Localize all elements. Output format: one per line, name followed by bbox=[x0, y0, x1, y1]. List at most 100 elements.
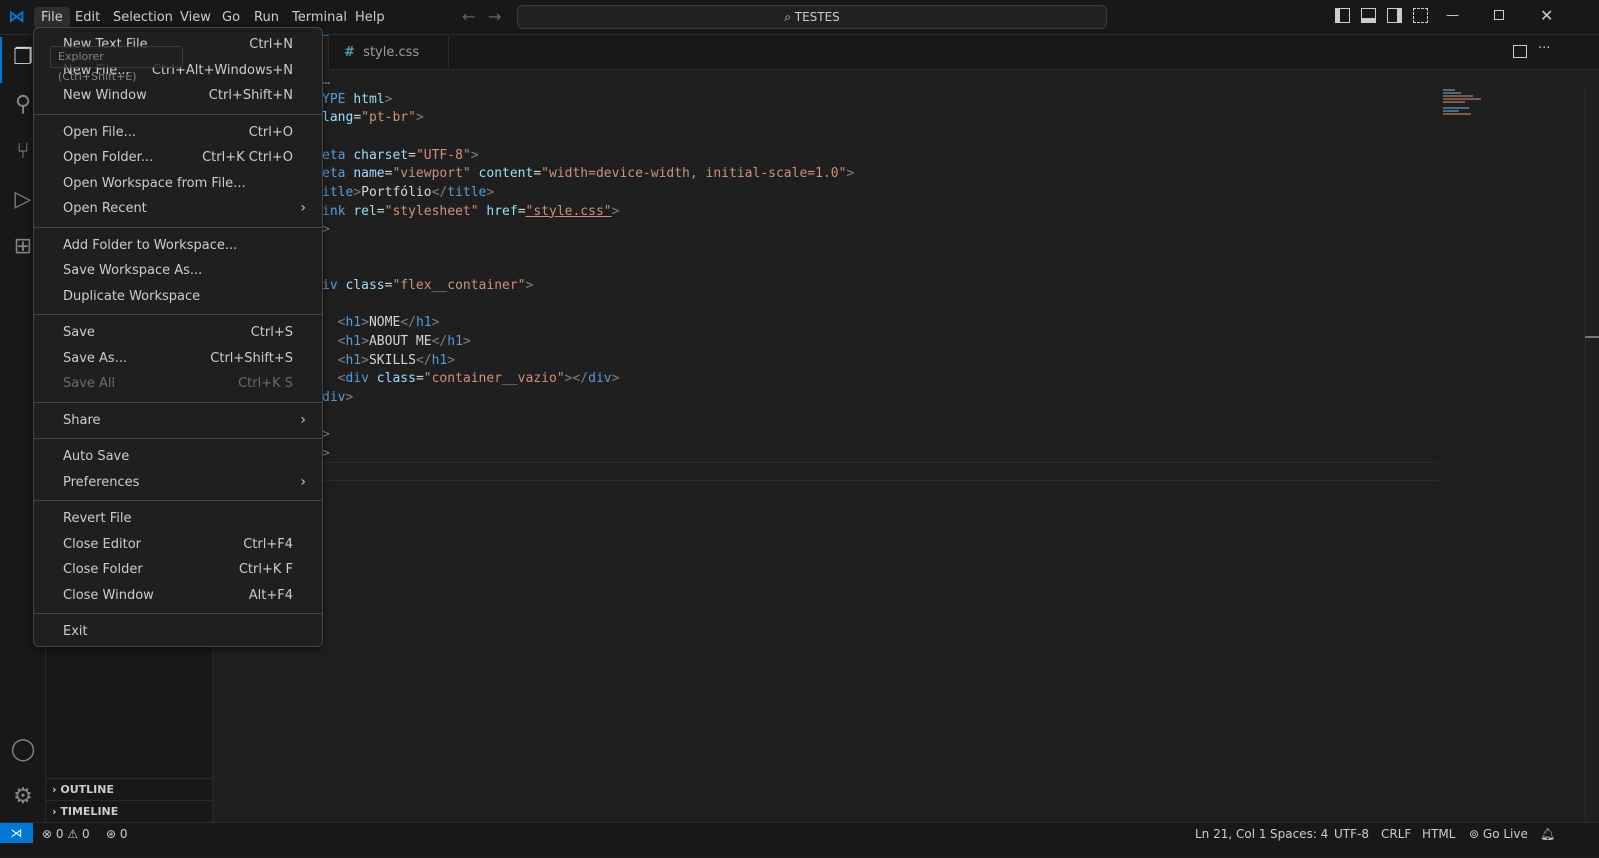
menu-item-revert-file[interactable]: Revert File bbox=[34, 506, 322, 532]
menu-item-label: New Window bbox=[63, 88, 147, 103]
line-ending[interactable]: CRLF bbox=[1381, 823, 1411, 858]
code-token: title bbox=[447, 184, 487, 200]
indentation[interactable]: Spaces: 4 bbox=[1270, 823, 1328, 858]
outline-section[interactable]: › OUTLINE bbox=[46, 778, 213, 800]
menu-edit[interactable]: Edit bbox=[68, 7, 107, 29]
code-editor[interactable]: … YPE html> lang="pt-br"> eta charset="UTF-… bbox=[213, 70, 1599, 822]
account-icon[interactable]: ◯ bbox=[8, 735, 38, 765]
menu-terminal[interactable]: Terminal bbox=[285, 7, 354, 29]
code-token: h1 bbox=[345, 352, 362, 368]
menu-selection[interactable]: Selection bbox=[106, 7, 180, 29]
menu-separator bbox=[34, 500, 322, 501]
menu-item-save[interactable]: Save Ctrl+S bbox=[34, 320, 322, 346]
code-token: > bbox=[361, 352, 369, 368]
restore-button[interactable] bbox=[1494, 10, 1504, 20]
menu-item-duplicate-workspace[interactable]: Duplicate Workspace bbox=[34, 284, 322, 310]
code-line: lang="pt-br"> bbox=[322, 108, 424, 127]
language-mode[interactable]: HTML bbox=[1422, 823, 1455, 858]
menu-item-save-as[interactable]: Save As... Ctrl+Shift+S bbox=[34, 346, 322, 372]
menu-item-label: Exit bbox=[63, 624, 88, 639]
toggle-secondary-sidebar-icon[interactable] bbox=[1387, 8, 1402, 23]
cursor-position[interactable]: Ln 21, Col 1 bbox=[1195, 823, 1267, 858]
menu-item-close-folder[interactable]: Close Folder Ctrl+K F bbox=[34, 557, 322, 583]
toggle-primary-sidebar-icon[interactable] bbox=[1335, 8, 1350, 23]
menu-separator bbox=[34, 226, 322, 228]
encoding[interactable]: UTF-8 bbox=[1334, 823, 1369, 858]
menu-item-label: Add Folder to Workspace... bbox=[63, 237, 238, 253]
menu-view[interactable]: View bbox=[173, 7, 218, 29]
chevron-right-icon: › bbox=[300, 200, 306, 216]
tab-style-css[interactable]: # style.css bbox=[330, 35, 449, 70]
settings-gear-icon[interactable]: ⚙ bbox=[8, 782, 38, 812]
code-line: iv class="flex__container"> bbox=[322, 276, 533, 295]
menu-item-exit[interactable]: Exit bbox=[34, 619, 322, 645]
code-token: > bbox=[447, 352, 456, 368]
menu-item-close-editor[interactable]: Close Editor Ctrl+F4 bbox=[34, 532, 322, 558]
code-token: > bbox=[361, 315, 369, 331]
menu-item-label: Close Window bbox=[63, 587, 154, 603]
menu-item-label: Close Folder bbox=[63, 562, 143, 577]
scrollbar[interactable] bbox=[1585, 88, 1599, 822]
more-actions-icon[interactable]: ··· bbox=[1538, 41, 1550, 56]
menu-item-auto-save[interactable]: Auto Save bbox=[34, 444, 322, 470]
code-token: h1 bbox=[345, 334, 362, 350]
notifications-bell-icon[interactable]: 🔔︎ bbox=[1540, 823, 1555, 858]
menu-item-close-window[interactable]: Close Window Alt+F4 bbox=[34, 583, 322, 609]
menu-item-open-recent[interactable]: Open Recent › bbox=[34, 196, 322, 222]
menu-go[interactable]: Go bbox=[215, 7, 247, 29]
code-token: = bbox=[533, 166, 542, 182]
code-token: > bbox=[322, 446, 330, 461]
code-token: name bbox=[353, 166, 385, 182]
remote-button[interactable]: ⋊ bbox=[0, 823, 33, 843]
code-token: YPE bbox=[322, 91, 354, 107]
code-token: = bbox=[376, 203, 385, 219]
keybinding: Ctrl+K Ctrl+O bbox=[202, 150, 293, 165]
toggle-panel-icon[interactable] bbox=[1361, 8, 1376, 23]
menu-file[interactable]: File bbox=[34, 7, 70, 29]
timeline-section[interactable]: › TIMELINE bbox=[46, 800, 213, 822]
command-center-search[interactable]: ⌕ TESTES bbox=[517, 5, 1107, 29]
minimize-button[interactable]: — bbox=[1446, 8, 1459, 23]
menu-item-share[interactable]: Share › bbox=[34, 408, 322, 434]
menu-run[interactable]: Run bbox=[247, 7, 286, 29]
code-token: > bbox=[345, 390, 354, 406]
problems-button[interactable]: ⊗ 0 ⚠ 0 bbox=[42, 823, 90, 858]
status-bar: ⋊ ⊗ 0 ⚠ 0 ⊛ 0 Ln 21, Col 1 Spaces: 4 UTF… bbox=[0, 822, 1599, 857]
code-token: > bbox=[322, 427, 330, 443]
split-editor-icon[interactable] bbox=[1513, 45, 1527, 58]
menu-item-label: Open Recent bbox=[63, 201, 147, 216]
code-token: ></ bbox=[564, 371, 589, 387]
code-token: NOME bbox=[368, 315, 401, 331]
menu-separator bbox=[34, 613, 322, 614]
menu-item-label: Save As... bbox=[63, 350, 128, 366]
code-token: href bbox=[486, 203, 518, 219]
error-icon: ⊗ bbox=[42, 827, 53, 841]
close-button[interactable]: ✕ bbox=[1540, 6, 1553, 25]
menu-item-open-workspace-from-file[interactable]: Open Workspace from File... bbox=[34, 171, 322, 197]
menu-item-open-file[interactable]: Open File... Ctrl+O bbox=[34, 120, 322, 146]
menu-item-add-folder-to-workspace[interactable]: Add Folder to Workspace... bbox=[34, 233, 322, 259]
ports-button[interactable]: ⊛ 0 bbox=[106, 823, 128, 858]
menu-item-open-folder[interactable]: Open Folder... Ctrl+K Ctrl+O bbox=[34, 145, 322, 171]
menu-item-label: Save bbox=[63, 325, 95, 340]
code-token: iv bbox=[322, 278, 346, 294]
code-token: h1 bbox=[431, 352, 448, 368]
menu-item-label: Save Workspace As... bbox=[63, 263, 203, 278]
minimap[interactable] bbox=[1443, 88, 1483, 133]
go-live-button[interactable]: ⊚ Go Live bbox=[1469, 823, 1528, 858]
menu-item-preferences[interactable]: Preferences › bbox=[34, 470, 322, 496]
code-token: = bbox=[517, 203, 526, 219]
customize-layout-icon[interactable] bbox=[1413, 8, 1428, 23]
menu-help[interactable]: Help bbox=[348, 7, 392, 29]
code-token: > bbox=[353, 184, 362, 200]
menu-item-label: Duplicate Workspace bbox=[63, 288, 201, 304]
menu-item-save-all: Save All Ctrl+K S bbox=[34, 371, 322, 397]
keybinding: Ctrl+K F bbox=[238, 562, 293, 577]
forward-icon[interactable]: → bbox=[488, 7, 501, 26]
code-token: "container__vazio" bbox=[423, 371, 565, 387]
back-icon[interactable]: ← bbox=[462, 7, 475, 26]
menu-item-save-workspace-as[interactable]: Save Workspace As... bbox=[34, 258, 322, 284]
